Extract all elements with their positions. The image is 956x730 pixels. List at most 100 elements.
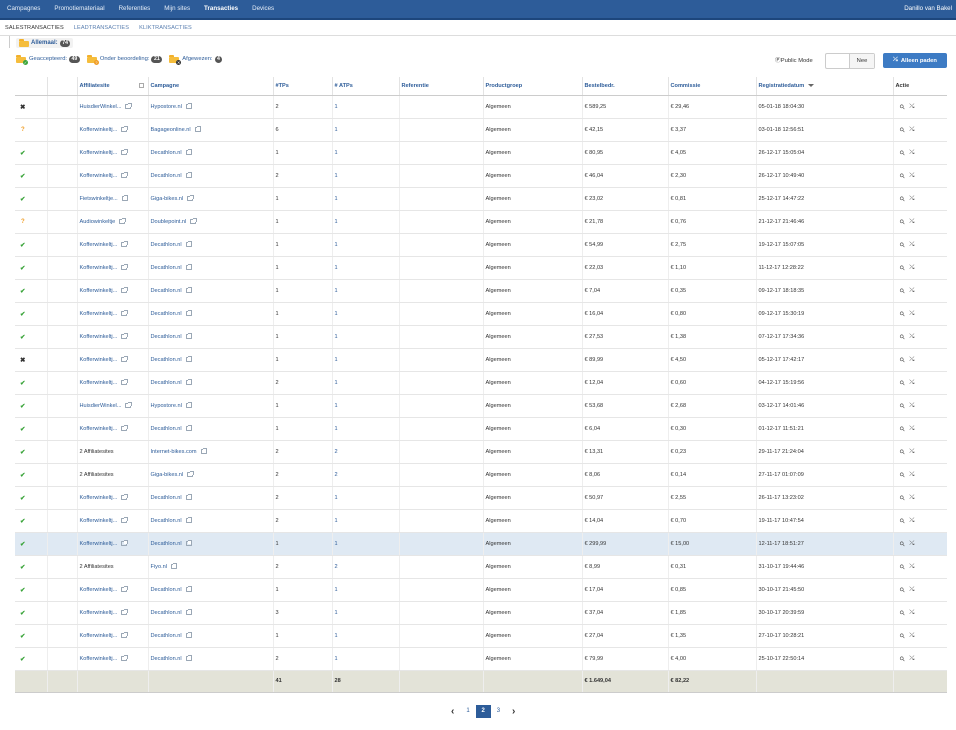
path-icon[interactable]: ⤯ xyxy=(909,195,914,203)
campaign-cell[interactable]: Decathlon.nl xyxy=(147,164,273,188)
affiliatesite-cell[interactable]: Kofferwinkeltj... xyxy=(76,348,148,372)
path-icon[interactable]: ⤯ xyxy=(909,609,914,617)
tab-leadtransacties[interactable]: LEADTRANSACTIES xyxy=(69,20,134,36)
path-icon[interactable]: ⤯ xyxy=(909,379,914,387)
external-link-icon[interactable] xyxy=(121,356,128,362)
view-details-icon[interactable]: ⚲ xyxy=(897,562,906,571)
path-icon[interactable]: ⤯ xyxy=(909,241,914,249)
atps-cell[interactable]: 1 xyxy=(331,118,399,142)
affiliatesite-link[interactable]: Kofferwinkeltj... xyxy=(80,587,118,593)
affiliatesite-cell[interactable]: Kofferwinkeltj... xyxy=(76,417,148,441)
external-link-icon[interactable] xyxy=(185,402,193,408)
campaign-cell[interactable]: Decathlon.nl xyxy=(147,256,273,280)
path-icon[interactable]: ⤯ xyxy=(909,494,914,502)
path-icon[interactable]: ⤯ xyxy=(909,632,914,640)
nav-item-campagnes[interactable]: Campagnes xyxy=(0,0,47,18)
affiliatesite-cell[interactable]: Kofferwinkeltj... xyxy=(76,164,148,188)
column-header-campagne[interactable]: Campagne xyxy=(147,77,273,96)
affiliatesite-link[interactable]: Fietswinkeltje... xyxy=(80,196,118,202)
affiliatesite-link[interactable]: Kofferwinkeltj... xyxy=(80,150,118,156)
table-row[interactable]: ✔ Kofferwinkeltj... Decathlon.nl 2 1 Algemeen… xyxy=(15,509,947,533)
atps-cell[interactable]: 1 xyxy=(331,348,399,372)
external-link-icon[interactable] xyxy=(185,609,193,615)
atps-cell[interactable]: 1 xyxy=(331,486,399,510)
path-icon[interactable]: ⤯ xyxy=(909,310,914,318)
external-link-icon[interactable] xyxy=(194,126,202,132)
atps-cell[interactable]: 1 xyxy=(331,371,399,395)
affiliatesite-cell[interactable]: Kofferwinkeltj... xyxy=(76,279,148,303)
campaign-link[interactable]: Decathlon.nl xyxy=(151,610,182,616)
view-details-icon[interactable]: ⚲ xyxy=(897,539,906,548)
table-row[interactable]: ✔ Kofferwinkeltj... Decathlon.nl 1 1 Algemeen… xyxy=(15,624,947,648)
affiliatesite-cell[interactable]: HuisdierWinkel... xyxy=(76,394,148,418)
page-1[interactable]: 1 xyxy=(462,705,473,718)
only-paths-button[interactable]: ⤯ Alleen paden xyxy=(883,53,947,68)
affiliatesite-link[interactable]: Audiowinkeltje xyxy=(80,219,116,225)
table-row[interactable]: ✔ HuisdierWinkel... Hypostore.nl 1 1 Algemeen… xyxy=(15,394,947,418)
campaign-link[interactable]: Decathlon.nl xyxy=(151,656,182,662)
column-header-bestelbedrag[interactable]: Bestelbedr. xyxy=(581,77,668,96)
table-row[interactable]: ✔ Kofferwinkeltj... Decathlon.nl 2 1 Algemeen… xyxy=(15,486,947,510)
column-header-commissie[interactable]: Commissie xyxy=(667,77,756,96)
affiliatesite-link[interactable]: Kofferwinkeltj... xyxy=(80,656,118,662)
table-row[interactable]: ✔ 2 Affiliatesites Giga-bikes.nl 2 2 Algemeen… xyxy=(15,463,947,487)
campaign-cell[interactable]: Decathlon.nl xyxy=(147,233,273,257)
campaign-link[interactable]: Decathlon.nl xyxy=(151,495,182,501)
path-icon[interactable]: ⤯ xyxy=(909,333,914,341)
table-row[interactable]: ✔ Kofferwinkeltj... Decathlon.nl 1 1 Algemeen… xyxy=(15,233,947,257)
affiliatesite-cell[interactable]: Kofferwinkeltj... xyxy=(76,371,148,395)
view-details-icon[interactable]: ⚲ xyxy=(897,263,906,272)
external-link-icon[interactable] xyxy=(185,103,193,109)
atps-cell[interactable]: 2 xyxy=(331,463,399,487)
external-link-icon[interactable] xyxy=(121,494,128,500)
campaign-cell[interactable]: Decathlon.nl xyxy=(147,141,273,165)
external-link-icon[interactable] xyxy=(190,218,197,224)
campaign-link[interactable]: Bagageonline.nl xyxy=(151,127,191,133)
external-link-icon[interactable] xyxy=(185,310,193,316)
affiliatesite-cell[interactable]: Kofferwinkeltj... xyxy=(76,302,148,326)
campaign-cell[interactable]: Decathlon.nl xyxy=(147,578,273,602)
column-header-productgroep[interactable]: Productgroep xyxy=(482,77,582,96)
campaign-link[interactable]: Decathlon.nl xyxy=(151,288,182,294)
nav-item-mijn-sites[interactable]: Mijn sites xyxy=(157,0,197,18)
user-name[interactable]: Danillo van Bakel xyxy=(904,0,952,18)
view-details-icon[interactable]: ⚲ xyxy=(897,355,906,364)
view-details-icon[interactable]: ⚲ xyxy=(897,631,906,640)
campaign-cell[interactable]: Decathlon.nl xyxy=(147,348,273,372)
external-link-icon[interactable] xyxy=(121,310,128,316)
nav-item-promotiemateriaal[interactable]: Promotiemateriaal xyxy=(47,0,111,18)
campaign-cell[interactable]: Decathlon.nl xyxy=(147,371,273,395)
path-icon[interactable]: ⤯ xyxy=(909,586,914,594)
affiliatesite-link[interactable]: Kofferwinkeltj... xyxy=(80,610,118,616)
page-3[interactable]: 3 xyxy=(493,705,504,718)
campaign-link[interactable]: Hypostore.nl xyxy=(151,104,182,110)
column-header-affiliatesite[interactable]: Affiliatesite xyxy=(76,77,148,96)
campaign-link[interactable]: Decathlon.nl xyxy=(151,541,182,547)
external-link-icon[interactable] xyxy=(121,172,128,178)
table-row[interactable]: ✔ Kofferwinkeltj... Decathlon.nl 2 1 Algemeen… xyxy=(15,371,947,395)
affiliatesite-cell[interactable]: Kofferwinkeltj... xyxy=(76,532,148,556)
path-icon[interactable]: ⤯ xyxy=(909,563,914,571)
affiliatesite-link[interactable]: Kofferwinkeltj... xyxy=(80,127,118,133)
affiliatesite-link[interactable]: Kofferwinkeltj... xyxy=(80,518,118,524)
next-page-icon[interactable]: › xyxy=(504,705,523,718)
affiliatesite-link[interactable]: Kofferwinkeltj... xyxy=(80,242,118,248)
table-row[interactable]: ✔ Kofferwinkeltj... Decathlon.nl 1 1 Algemeen… xyxy=(15,417,947,441)
affiliatesite-link[interactable]: Kofferwinkeltj... xyxy=(80,311,118,317)
atps-cell[interactable]: 1 xyxy=(331,164,399,188)
tab-kliktransacties[interactable]: KLIKTRANSACTIES xyxy=(134,20,197,36)
public-mode-toggle[interactable]: Nee xyxy=(825,53,875,69)
affiliatesite-link[interactable]: HuisdierWinkel... xyxy=(80,403,122,409)
external-link-icon[interactable] xyxy=(121,195,129,201)
external-link-icon[interactable] xyxy=(185,241,193,247)
sort-descending-icon[interactable] xyxy=(808,83,815,87)
campaign-cell[interactable]: Decathlon.nl xyxy=(147,417,273,441)
atps-cell[interactable]: 2 xyxy=(331,555,399,579)
external-link-icon[interactable] xyxy=(125,402,132,408)
atps-cell[interactable]: 1 xyxy=(331,394,399,418)
external-link-icon[interactable] xyxy=(121,586,128,592)
table-row[interactable]: ✔ Kofferwinkeltj... Decathlon.nl 1 1 Algemeen… xyxy=(15,256,947,280)
path-icon[interactable]: ⤯ xyxy=(909,655,914,663)
table-row[interactable]: ✔ Kofferwinkeltj... Decathlon.nl 1 1 Algemeen… xyxy=(15,532,947,556)
campaign-cell[interactable]: Internet-bikes.com xyxy=(147,440,273,464)
